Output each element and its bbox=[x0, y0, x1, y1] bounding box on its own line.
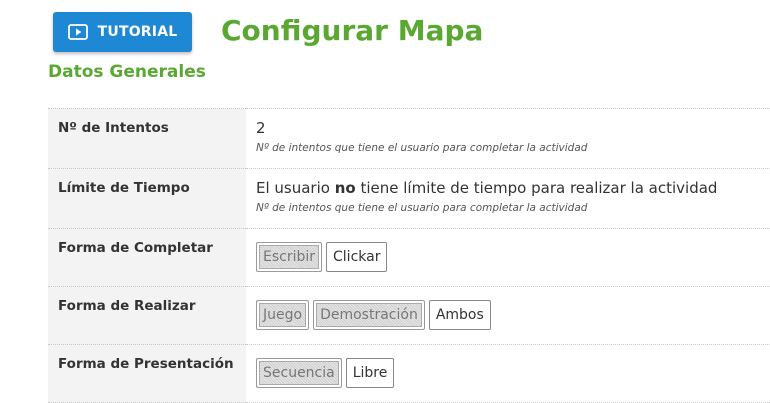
row-forma-presentacion: Forma de Presentación Secuencia Libre bbox=[48, 344, 770, 403]
row-value: Escribir Clickar bbox=[246, 228, 770, 287]
row-value: Secuencia Libre bbox=[246, 344, 770, 403]
row-label: Nº de Intentos bbox=[48, 108, 246, 169]
option-escribir-button[interactable]: Escribir bbox=[256, 242, 323, 272]
row-forma-realizar: Forma de Realizar Juego Demostración Amb… bbox=[48, 286, 770, 345]
intentos-hint: Nº de intentos que tiene el usuario para… bbox=[256, 142, 588, 154]
row-label: Forma de Realizar bbox=[48, 286, 246, 345]
option-demostracion-button[interactable]: Demostración bbox=[313, 300, 425, 330]
option-juego-button[interactable]: Juego bbox=[256, 300, 310, 330]
limite-hint: Nº de intentos que tiene el usuario para… bbox=[256, 202, 588, 214]
presentacion-options: Secuencia Libre bbox=[256, 358, 770, 388]
option-clickar-button[interactable]: Clickar bbox=[326, 242, 388, 272]
row-label: Forma de Completar bbox=[48, 228, 246, 287]
row-label: Forma de Presentación bbox=[48, 344, 246, 403]
limite-value-pre: El usuario bbox=[256, 179, 335, 197]
completar-options: Escribir Clickar bbox=[256, 242, 770, 272]
row-value: El usuario no tiene límite de tiempo par… bbox=[246, 168, 770, 229]
section-title: Datos Generales bbox=[48, 62, 206, 82]
page-title: Configurar Mapa bbox=[221, 14, 484, 47]
limite-value: El usuario no tiene límite de tiempo par… bbox=[256, 179, 770, 197]
row-label: Límite de Tiempo bbox=[48, 168, 246, 229]
tutorial-button[interactable]: TUTORIAL bbox=[53, 12, 192, 52]
limite-value-bold: no bbox=[334, 179, 356, 197]
intentos-value: 2 bbox=[256, 119, 266, 137]
realizar-options: Juego Demostración Ambos bbox=[256, 300, 770, 330]
row-forma-completar: Forma de Completar Escribir Clickar bbox=[48, 228, 770, 287]
limite-value-post: tiene límite de tiempo para realizar la … bbox=[355, 179, 718, 197]
settings-table: Nº de Intentos 2 Nº de intentos que tien… bbox=[48, 108, 770, 403]
option-libre-button[interactable]: Libre bbox=[345, 358, 395, 388]
option-ambos-button[interactable]: Ambos bbox=[428, 300, 491, 330]
row-intentos: Nº de Intentos 2 Nº de intentos que tien… bbox=[48, 108, 770, 169]
row-limite-tiempo: Límite de Tiempo El usuario no tiene lím… bbox=[48, 168, 770, 229]
option-secuencia-button[interactable]: Secuencia bbox=[256, 358, 342, 388]
row-value: Juego Demostración Ambos bbox=[246, 286, 770, 345]
tutorial-label: TUTORIAL bbox=[97, 24, 178, 40]
play-icon bbox=[67, 24, 88, 40]
row-value: 2 Nº de intentos que tiene el usuario pa… bbox=[246, 108, 770, 169]
